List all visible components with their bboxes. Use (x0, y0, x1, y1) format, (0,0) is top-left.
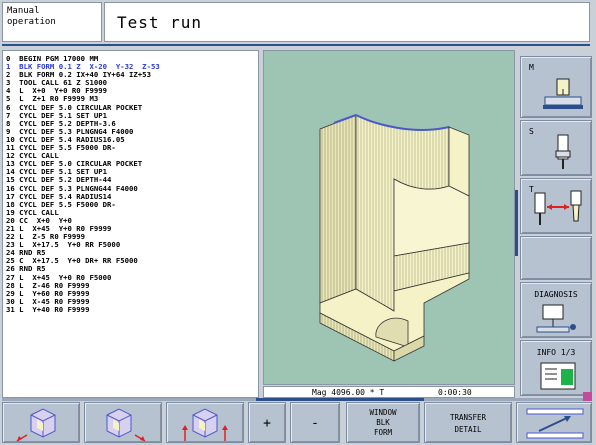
program-line[interactable]: 2 BLK FORM 0.2 IX+40 IY+64 IZ+53 (6, 71, 255, 79)
corner-indicator (583, 392, 592, 401)
softkey-empty[interactable] (520, 236, 592, 280)
program-line[interactable]: 25 C X+17.5 Y+0 DR+ RR F5000 (6, 257, 255, 265)
softkey-info[interactable]: INFO 1/3 (520, 340, 592, 396)
program-line[interactable]: 6 CYCL DEF 5.0 CIRCULAR POCKET (6, 104, 255, 112)
program-line[interactable]: 19 CYCL CALL (6, 209, 255, 217)
operating-mode-box: Manual operation (2, 2, 102, 42)
mode-label-line2: operation (7, 17, 56, 27)
program-line[interactable]: 13 CYCL DEF 5.0 CIRCULAR POCKET (6, 160, 255, 168)
transfer-arrow-icon (526, 408, 584, 439)
softkey-label: INFO 1/3 (536, 348, 576, 357)
softkey-m-function[interactable]: M (520, 56, 592, 118)
program-line[interactable]: 23 L X+17.5 Y+0 RR F5000 (6, 241, 255, 249)
softkey-rotate-left[interactable] (2, 402, 80, 443)
softkey-transfer-detail[interactable]: TRANSFER DETAIL (424, 402, 512, 443)
program-line[interactable]: 3 TOOL CALL 61 Z S1000 (6, 79, 255, 87)
program-line[interactable]: 29 L Y+60 R0 F9999 (6, 290, 255, 298)
softkey-zoom-out[interactable]: - (290, 402, 340, 443)
program-line[interactable]: 18 CYCL DEF 5.5 F5000 DR- (6, 201, 255, 209)
softkey-scroll-indicator (515, 190, 518, 256)
program-line[interactable]: 14 CYCL DEF 5.1 SET UP1 (6, 168, 255, 176)
graphics-status-bar: Mag 4096.00 * T 0:00:30 (263, 386, 515, 398)
program-line[interactable]: 4 L X+0 Y+0 R0 F9999 (6, 87, 255, 95)
cube-tilt-icon (182, 408, 228, 441)
softkey-label-line1: TRANSFER (449, 413, 487, 422)
program-line[interactable]: 20 CC X+0 Y+0 (6, 217, 255, 225)
program-listing[interactable]: 0 BEGIN PGM 17000 MM 1 BLK FORM 0.1 Z X-2… (2, 50, 259, 398)
softkey-label-line1: WINDOW (369, 408, 397, 417)
program-line[interactable]: 5 L Z+1 R0 F9999 M3 (6, 95, 255, 103)
softkey-label-line3: FORM (373, 428, 393, 437)
workpiece-3d-view (319, 114, 470, 362)
header-divider (2, 44, 590, 46)
softkey-window-blk-form[interactable]: WINDOW BLK FORM (346, 402, 420, 443)
page-title: Test run (104, 2, 590, 42)
softkey-tool[interactable]: T (520, 178, 592, 234)
program-line[interactable]: 0 BEGIN PGM 17000 MM (6, 55, 255, 63)
program-line[interactable]: 17 CYCL DEF 5.4 RADIUS14 (6, 193, 255, 201)
magnifier-workpiece-icon (543, 78, 583, 109)
softkey-rotate-right[interactable] (84, 402, 162, 443)
program-line[interactable]: 24 RND R5 (6, 249, 255, 257)
softkey-row-highlight (256, 398, 424, 401)
program-line[interactable]: 8 CYCL DEF 5.2 DEPTH-3.6 (6, 120, 255, 128)
softkey-spindle[interactable]: S (520, 120, 592, 176)
diagnosis-icon (536, 304, 576, 333)
program-line[interactable]: 27 L X+45 Y+0 R0 F5000 (6, 274, 255, 282)
program-line[interactable]: 28 L Z-46 R0 F9999 (6, 282, 255, 290)
program-line[interactable]: 12 CYCL CALL (6, 152, 255, 160)
program-line[interactable]: 30 L X-45 R0 F9999 (6, 298, 255, 306)
program-line[interactable]: 31 L Y+40 R0 F9999 (6, 306, 255, 314)
simulation-graphic[interactable] (263, 50, 515, 385)
program-line[interactable]: 11 CYCL DEF 5.5 F5000 DR- (6, 144, 255, 152)
softkey-label: DIAGNOSIS (534, 290, 578, 299)
cube-rotate-right-icon (106, 408, 146, 442)
softkey-zoom-in[interactable]: + (248, 402, 286, 443)
info-screen-icon (540, 362, 576, 390)
magnification-readout: Mag 4096.00 * T (312, 388, 385, 397)
program-line[interactable]: 16 CYCL DEF 5.3 PLNGNG44 F4000 (6, 185, 255, 193)
machining-time-readout: 0:00:30 (438, 388, 472, 397)
program-line[interactable]: 7 CYCL DEF 5.1 SET UP1 (6, 112, 255, 120)
mode-label-line1: Manual (7, 6, 40, 16)
program-line[interactable]: 26 RND R5 (6, 265, 255, 273)
program-line-active[interactable]: 1 BLK FORM 0.1 Z X-20 Y-32 Z-53 (6, 63, 255, 71)
softkey-label: M (529, 63, 534, 72)
spindle-icon (555, 134, 571, 169)
program-line[interactable]: 22 L Z-5 R0 F9999 (6, 233, 255, 241)
softkey-label: S (529, 127, 534, 136)
program-line[interactable]: 15 CYCL DEF 5.2 DEPTH-44 (6, 176, 255, 184)
softkey-diagnosis[interactable]: DIAGNOSIS (520, 282, 592, 338)
program-line[interactable]: 21 L X+45 Y+0 R0 F9999 (6, 225, 255, 233)
softkey-tilt[interactable] (166, 402, 244, 443)
softkey-transfer-arrow[interactable] (516, 402, 592, 443)
cube-rotate-left-icon (16, 408, 56, 442)
program-line[interactable]: 9 CYCL DEF 5.3 PLNGNG4 F4000 (6, 128, 255, 136)
program-line[interactable]: 10 CYCL DEF 5.4 RADIUS16.05 (6, 136, 255, 144)
softkey-label-line2: BLK (376, 418, 390, 427)
tool-change-icon (534, 190, 582, 225)
softkey-label-line2: DETAIL (454, 425, 482, 434)
